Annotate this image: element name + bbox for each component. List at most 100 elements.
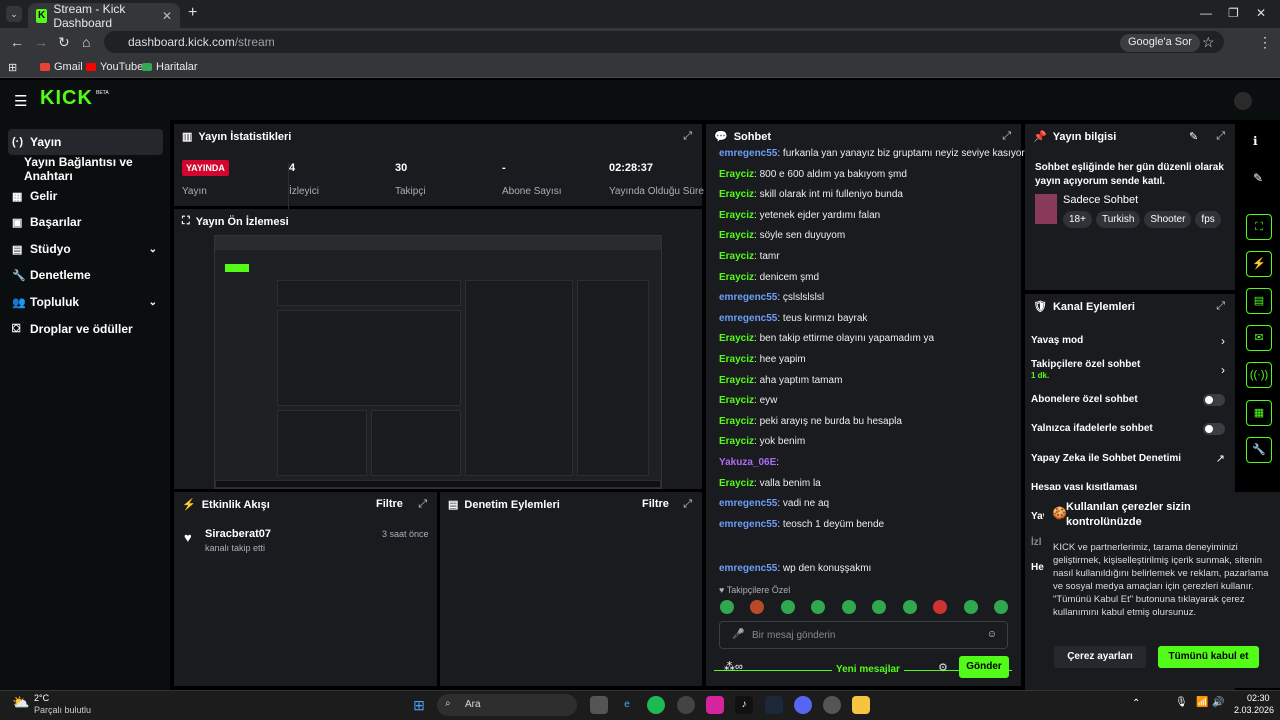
expand-icon[interactable]: ⤢ (1002, 130, 1011, 143)
rail-activity-button[interactable]: ⚡ (1246, 251, 1272, 277)
partial-label[interactable]: İzl (1031, 537, 1042, 548)
edge-icon[interactable]: e (618, 696, 636, 714)
chat-username[interactable]: emregenc55 (719, 498, 777, 509)
instagram-icon[interactable] (706, 696, 724, 714)
emote-icon[interactable] (841, 600, 856, 614)
bookmark-star-icon[interactable]: ☆ (1202, 34, 1215, 51)
chat-username[interactable]: Erayciz (719, 189, 754, 200)
emote-icon[interactable] (872, 600, 887, 614)
sidebar-item-droplar[interactable]: ⛋ Droplar ve ödüller (8, 316, 163, 342)
chat-username[interactable]: Erayciz (719, 251, 754, 262)
back-icon[interactable]: ← (10, 34, 24, 50)
taskbar-search[interactable]: ⌕ Ara (437, 694, 577, 716)
chrome-icon[interactable] (677, 696, 695, 714)
hamburger-menu-icon[interactable]: ☰ (14, 92, 27, 110)
volume-icon[interactable]: 🔊 (1212, 697, 1224, 708)
chevron-right-icon[interactable]: › (1221, 363, 1225, 377)
chat-username[interactable]: emregenc55 (719, 148, 777, 159)
partial-label[interactable]: He (1031, 562, 1044, 573)
url-field[interactable]: dashboard.kick.com/stream (104, 31, 1224, 53)
emote-icon[interactable] (720, 600, 734, 614)
bookmark-gmail[interactable]: Gmail (40, 61, 83, 73)
info-icon[interactable]: ℹ (1253, 134, 1258, 148)
rail-broadcast-button[interactable]: ((·)) (1246, 362, 1272, 388)
slow-mode-label[interactable]: Yavaş mod (1031, 335, 1083, 346)
emote-icon[interactable] (811, 600, 826, 614)
kick-logo[interactable]: KICK (40, 87, 93, 110)
new-tab-icon[interactable]: + (188, 4, 197, 22)
clock-time[interactable]: 02:30 (1247, 693, 1270, 703)
external-link-icon[interactable]: ↗ (1216, 452, 1225, 465)
sidebar-item-basarilar[interactable]: ▣ Başarılar (8, 209, 163, 235)
chat-settings-extra-icon[interactable]: ⁂∞ (724, 660, 743, 673)
mic-icon[interactable]: 🎤 (732, 629, 744, 640)
expand-icon[interactable]: ⤢ (418, 498, 427, 511)
stream-preview-video[interactable] (214, 235, 662, 489)
emote-icon[interactable] (780, 600, 795, 614)
emote-icon[interactable] (902, 600, 917, 614)
emoji-icon[interactable]: ☺ (987, 629, 997, 640)
chat-username[interactable]: Erayciz (719, 210, 754, 221)
tag[interactable]: Turkish (1095, 211, 1141, 228)
gear-icon[interactable]: ⚙ (938, 661, 948, 674)
spotify-icon[interactable] (647, 696, 665, 714)
tag[interactable]: Shooter (1144, 211, 1192, 228)
chat-username[interactable]: Erayciz (719, 354, 754, 365)
app-icon[interactable] (823, 696, 841, 714)
sidebar-item-topluluk[interactable]: 👥 Topluluk ⌄ (8, 289, 163, 315)
clock-date[interactable]: 2.03.2026 (1234, 705, 1274, 715)
bookmark-youtube[interactable]: YouTube (86, 61, 143, 73)
chat-username[interactable]: Erayciz (719, 395, 754, 406)
weather-icon[interactable]: ⛅ (12, 694, 29, 711)
task-view-icon[interactable] (590, 696, 608, 714)
discord-icon[interactable] (794, 696, 812, 714)
bookmark-maps[interactable]: Haritalar (142, 61, 198, 73)
chat-username[interactable]: Erayciz (719, 478, 754, 489)
emote-icon[interactable] (963, 600, 978, 614)
chat-username[interactable]: Erayciz (719, 416, 754, 427)
filter-button[interactable]: Filtre (642, 498, 669, 510)
browser-tab[interactable]: K Stream - Kick Dashboard ✕ (28, 2, 180, 30)
chat-username[interactable]: emregenc55 (719, 292, 777, 303)
chat-username[interactable]: Erayciz (719, 375, 754, 386)
forward-icon[interactable]: → (34, 34, 48, 50)
rail-tools-button[interactable]: 🔧 (1246, 437, 1272, 463)
expand-icon[interactable]: ⤢ (683, 498, 692, 511)
chat-username[interactable]: Erayciz (719, 436, 754, 447)
ai-mod-label[interactable]: Yapay Zeka ile Sohbet Denetimi (1031, 453, 1181, 464)
sidebar-item-studyo[interactable]: ▤ Stüdyo ⌄ (8, 236, 163, 262)
emote-icon[interactable] (933, 600, 948, 614)
chat-input[interactable]: 🎤 Bir mesaj gönderin ☺ (719, 621, 1008, 649)
close-window-icon[interactable]: ✕ (1256, 6, 1266, 20)
chat-username[interactable]: emregenc55 (719, 313, 777, 324)
sidebar-item-denetleme[interactable]: 🔧 Denetleme (8, 262, 163, 288)
sidebar-item-yayin[interactable]: (·) Yayın (8, 129, 163, 155)
chevron-right-icon[interactable]: › (1221, 334, 1225, 348)
pencil-icon[interactable]: ✎ (1253, 171, 1263, 185)
send-button[interactable]: Gönder (959, 656, 1009, 678)
maximize-icon[interactable]: ❐ (1228, 6, 1239, 20)
chat-username[interactable]: Yakuza_06E (719, 457, 776, 468)
wifi-icon[interactable]: 📶 (1196, 697, 1208, 708)
followers-chat-label[interactable]: Takipçilere özel sohbet (1031, 359, 1140, 370)
tag[interactable]: 18+ (1063, 211, 1092, 228)
account-age-label[interactable]: Hesap yaşı kısıtlaması (1031, 482, 1137, 490)
emote-icon[interactable] (750, 600, 765, 614)
category-name[interactable]: Sadece Sohbet (1063, 194, 1138, 206)
home-icon[interactable]: ⌂ (82, 34, 90, 50)
rail-stats-button[interactable]: ▦ (1246, 400, 1272, 426)
tag[interactable]: fps (1195, 211, 1221, 228)
chat-username[interactable]: Erayciz (719, 230, 754, 241)
subs-chat-toggle[interactable] (1203, 394, 1225, 406)
windows-start-icon[interactable]: ⊞ (410, 696, 428, 714)
mic-tray-icon[interactable]: 🎙 (1175, 697, 1188, 708)
expand-icon[interactable]: ⤢ (683, 130, 692, 143)
chat-username[interactable]: Erayciz (719, 169, 754, 180)
rail-mod-button[interactable]: ▤ (1246, 288, 1272, 314)
filter-button[interactable]: Filtre (376, 498, 403, 510)
cookie-settings-button[interactable]: Çerez ayarları (1054, 646, 1146, 668)
file-explorer-icon[interactable] (852, 696, 870, 714)
expand-icon[interactable]: ⤢ (1216, 300, 1225, 313)
close-tab-icon[interactable]: ✕ (162, 9, 172, 23)
user-avatar[interactable] (1234, 92, 1252, 110)
